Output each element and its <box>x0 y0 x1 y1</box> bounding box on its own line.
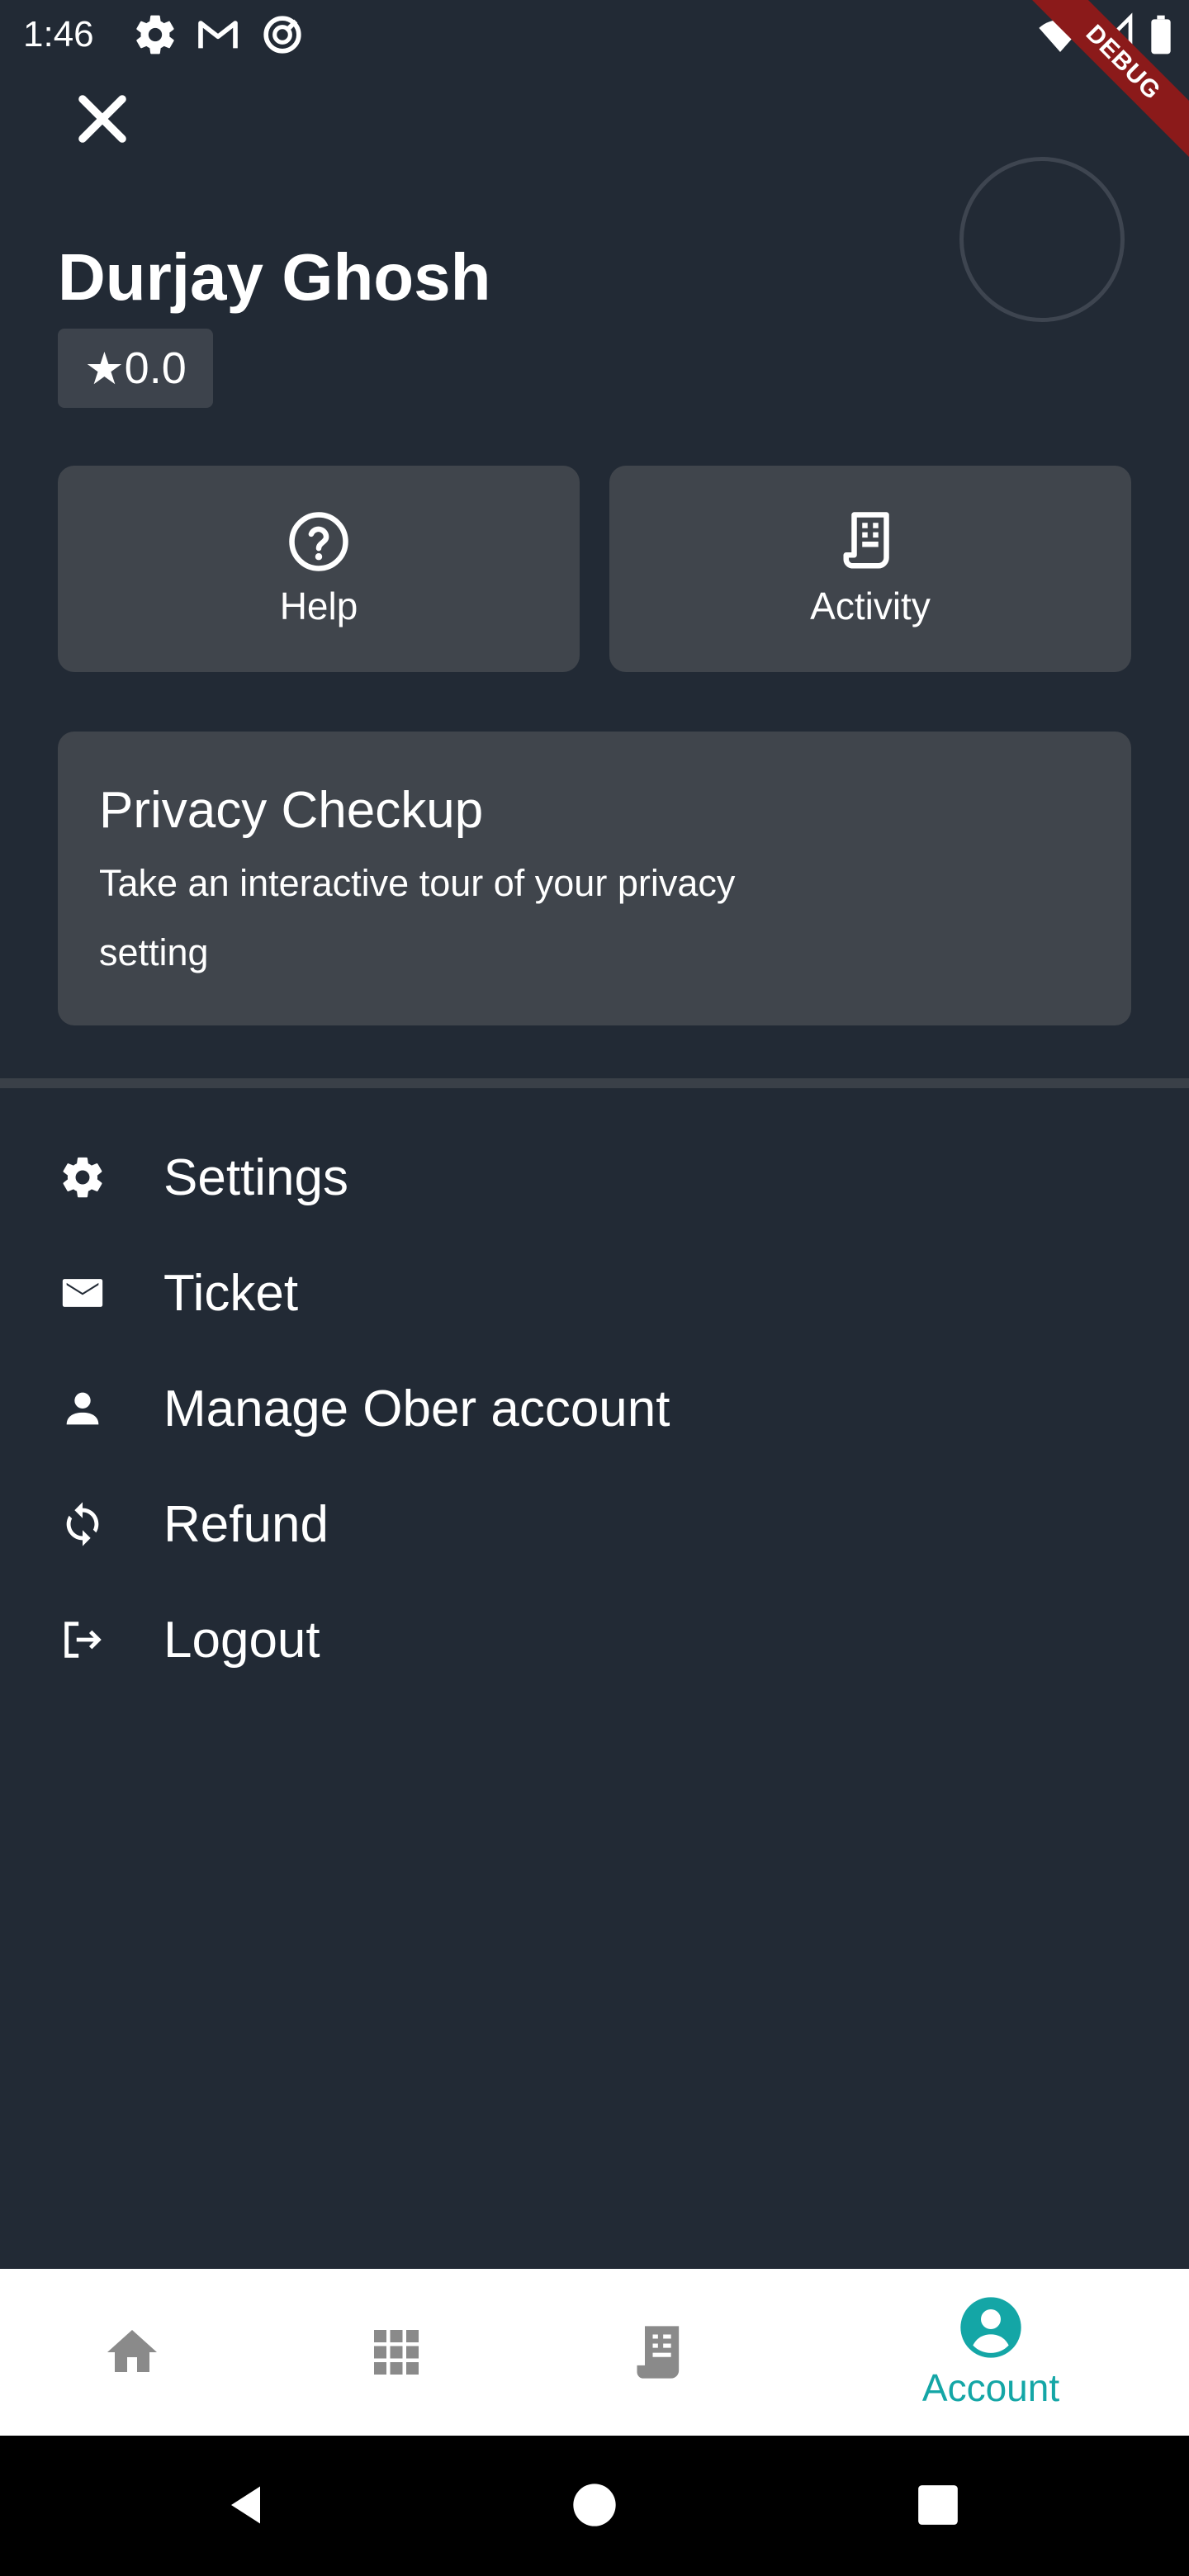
grid-icon <box>374 2330 419 2375</box>
home-circle-icon[interactable] <box>571 2482 618 2528</box>
avatar[interactable] <box>959 157 1125 322</box>
privacy-checkup-title: Privacy Checkup <box>99 782 484 839</box>
receipt-icon <box>637 2326 680 2379</box>
menu-item-label: Ticket <box>163 1264 299 1322</box>
logout-icon <box>58 1615 107 1664</box>
menu-item-settings[interactable]: Settings <box>0 1120 1189 1235</box>
account-icon <box>960 2297 1021 2358</box>
section-divider <box>0 1078 1189 1088</box>
gmail-icon <box>198 21 238 49</box>
gear-icon <box>58 1153 107 1202</box>
mail-icon <box>58 1268 107 1318</box>
sync-icon <box>58 1499 107 1549</box>
receipt-icon <box>843 512 889 569</box>
help-icon <box>289 512 348 571</box>
activity-button[interactable]: Activity <box>609 466 1131 672</box>
menu-item-label: Logout <box>163 1611 320 1669</box>
home-icon <box>107 2330 157 2372</box>
person-icon <box>58 1384 107 1433</box>
debug-banner: DEBUG <box>1024 0 1189 165</box>
rating-badge: ★ 0.0 <box>58 329 213 408</box>
bottom-navigation: Account <box>0 2269 1189 2436</box>
status-time: 1:46 <box>23 14 94 54</box>
recents-icon[interactable] <box>917 2484 959 2526</box>
menu-item-logout[interactable]: Logout <box>0 1582 1189 1698</box>
nav-services[interactable] <box>264 2269 528 2436</box>
nav-account-label: Account <box>921 2366 1060 2409</box>
menu-item-label: Refund <box>163 1495 329 1553</box>
menu-item-refund[interactable]: Refund <box>0 1466 1189 1582</box>
system-navigation-bar <box>0 2436 1189 2576</box>
help-label: Help <box>279 585 358 627</box>
help-button[interactable]: Help <box>58 466 580 672</box>
menu-item-manage-account[interactable]: Manage Ober account <box>0 1351 1189 1466</box>
nav-activity[interactable] <box>528 2269 793 2436</box>
menu-item-label: Settings <box>163 1148 349 1206</box>
privacy-checkup-card[interactable]: Privacy Checkup Take an interactive tour… <box>58 732 1131 1025</box>
menu-item-label: Manage Ober account <box>163 1380 670 1437</box>
activity-label: Activity <box>810 585 931 627</box>
close-button[interactable] <box>63 79 142 159</box>
privacy-checkup-description: Take an interactive tour of your privacy… <box>99 862 736 973</box>
menu-item-ticket[interactable]: Ticket <box>0 1235 1189 1351</box>
back-icon[interactable] <box>223 2480 272 2530</box>
nav-home[interactable] <box>0 2269 264 2436</box>
gear-icon <box>136 15 174 54</box>
rating-value: 0.0 <box>124 343 187 393</box>
debug-banner-label: DEBUG <box>1024 0 1189 165</box>
user-name: Durjay Ghosh <box>58 240 491 314</box>
nav-account[interactable]: Account <box>859 2269 1123 2436</box>
star-icon: ★ <box>84 343 125 394</box>
data-saver-icon <box>263 16 301 54</box>
